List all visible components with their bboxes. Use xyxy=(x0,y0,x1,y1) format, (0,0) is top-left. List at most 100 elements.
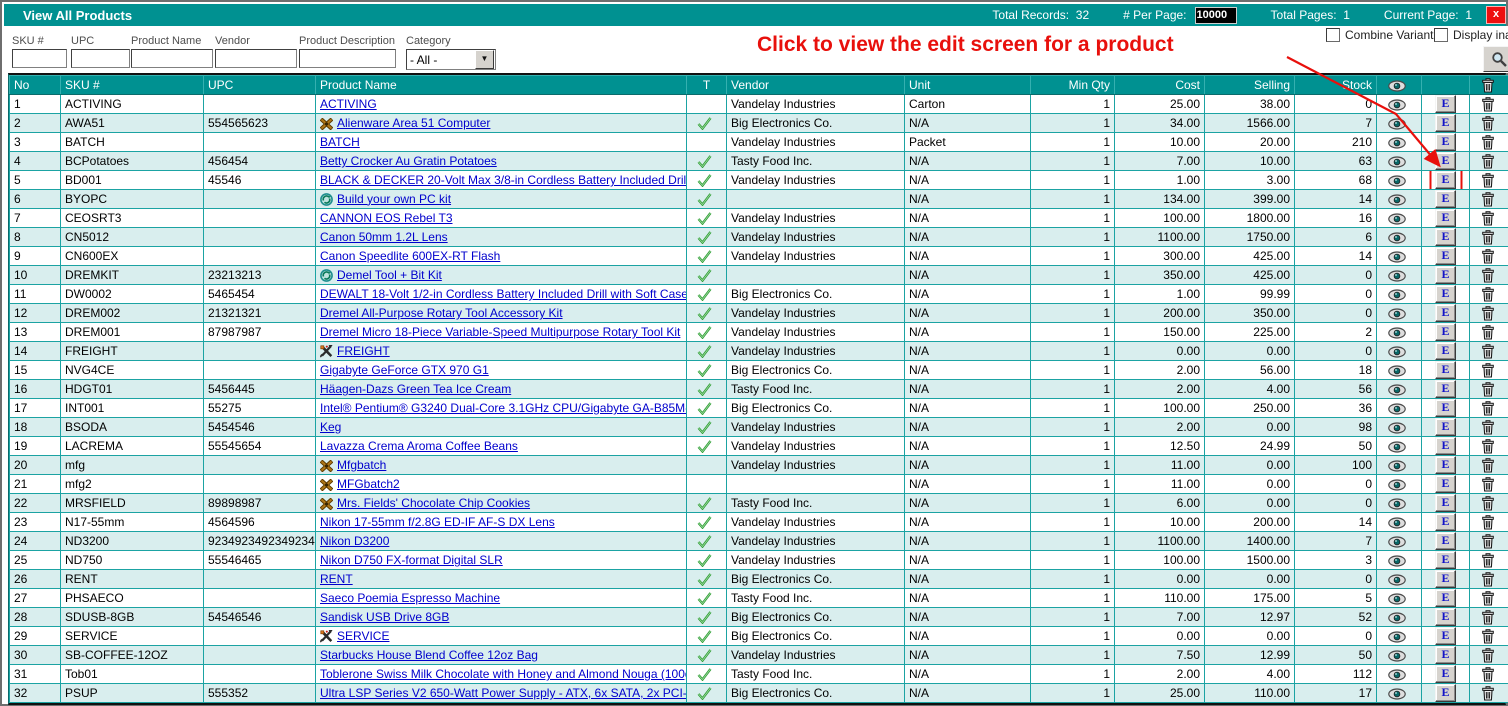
product-link[interactable]: CANNON EOS Rebel T3 xyxy=(320,211,453,225)
product-link[interactable]: Sandisk USB Drive 8GB xyxy=(320,610,449,624)
product-link[interactable]: Gigabyte GeForce GTX 970 G1 xyxy=(320,363,489,377)
product-link[interactable]: FREIGHT xyxy=(337,344,390,358)
view-button[interactable] xyxy=(1388,251,1410,263)
delete-button[interactable] xyxy=(1482,116,1498,131)
product-link[interactable]: Intel® Pentium® G3240 Dual-Core 3.1GHz C… xyxy=(320,401,687,415)
view-button[interactable] xyxy=(1388,308,1410,320)
product-link[interactable]: MFGbatch2 xyxy=(337,477,400,491)
delete-button[interactable] xyxy=(1482,401,1498,416)
view-button[interactable] xyxy=(1388,669,1410,681)
view-button[interactable] xyxy=(1388,327,1410,339)
edit-button[interactable]: E xyxy=(1435,399,1456,417)
view-button[interactable] xyxy=(1388,593,1410,605)
delete-button[interactable] xyxy=(1482,287,1498,302)
delete-button[interactable] xyxy=(1482,648,1498,663)
product-link[interactable]: Mrs. Fields' Chocolate Chip Cookies xyxy=(337,496,530,510)
product-link[interactable]: BLACK & DECKER 20-Volt Max 3/8-in Cordle… xyxy=(320,173,687,187)
view-button[interactable] xyxy=(1388,441,1410,453)
edit-button[interactable]: E xyxy=(1435,228,1456,246)
delete-button[interactable] xyxy=(1482,610,1498,625)
per-page-input[interactable] xyxy=(1195,7,1237,24)
view-button[interactable] xyxy=(1388,517,1410,529)
view-button[interactable] xyxy=(1388,536,1410,548)
edit-button[interactable]: E xyxy=(1435,684,1456,702)
delete-button[interactable] xyxy=(1482,154,1498,169)
delete-button[interactable] xyxy=(1482,515,1498,530)
edit-button[interactable]: E xyxy=(1435,475,1456,493)
edit-button[interactable]: E xyxy=(1435,247,1456,265)
edit-button[interactable]: E xyxy=(1435,437,1456,455)
view-button[interactable] xyxy=(1388,631,1410,643)
view-button[interactable] xyxy=(1388,574,1410,586)
view-button[interactable] xyxy=(1388,384,1410,396)
delete-button[interactable] xyxy=(1482,363,1498,378)
product-link[interactable]: Nikon 17-55mm f/2.8G ED-IF AF-S DX Lens xyxy=(320,515,555,529)
view-button[interactable] xyxy=(1388,422,1410,434)
view-button[interactable] xyxy=(1388,688,1410,700)
delete-button[interactable] xyxy=(1482,97,1498,112)
product-link[interactable]: Mfgbatch xyxy=(337,458,386,472)
product-link[interactable]: Saeco Poemia Espresso Machine xyxy=(320,591,500,605)
delete-button[interactable] xyxy=(1482,553,1498,568)
view-button[interactable] xyxy=(1388,479,1410,491)
edit-button[interactable]: E xyxy=(1435,418,1456,436)
product-link[interactable]: Dremel All-Purpose Rotary Tool Accessory… xyxy=(320,306,563,320)
edit-button[interactable]: E xyxy=(1435,551,1456,569)
product-link[interactable]: Lavazza Crema Aroma Coffee Beans xyxy=(320,439,518,453)
sku-filter-input[interactable] xyxy=(12,49,67,68)
product-link[interactable]: DEWALT 18-Volt 1/2-in Cordless Battery I… xyxy=(320,287,687,301)
edit-button[interactable]: E xyxy=(1435,323,1456,341)
product-name-filter-input[interactable] xyxy=(131,49,213,68)
display-inactive-checkbox[interactable] xyxy=(1434,28,1448,42)
search-button[interactable] xyxy=(1483,46,1508,72)
product-link[interactable]: Canon 50mm 1.2L Lens xyxy=(320,230,448,244)
edit-button[interactable]: E xyxy=(1435,532,1456,550)
delete-button[interactable] xyxy=(1482,135,1498,150)
view-button[interactable] xyxy=(1388,365,1410,377)
edit-button[interactable]: E xyxy=(1435,494,1456,512)
delete-button[interactable] xyxy=(1482,173,1498,188)
edit-button[interactable]: E xyxy=(1435,608,1456,626)
delete-button[interactable] xyxy=(1482,211,1498,226)
edit-button[interactable]: E xyxy=(1435,456,1456,474)
product-link[interactable]: ACTIVING xyxy=(320,97,377,111)
product-link[interactable]: Alienware Area 51 Computer xyxy=(337,116,490,130)
view-button[interactable] xyxy=(1388,213,1410,225)
view-button[interactable] xyxy=(1388,118,1410,130)
edit-button[interactable]: E xyxy=(1435,570,1456,588)
edit-button[interactable]: E xyxy=(1435,627,1456,645)
view-button[interactable] xyxy=(1388,612,1410,624)
product-link[interactable]: Canon Speedlite 600EX-RT Flash xyxy=(320,249,500,263)
delete-button[interactable] xyxy=(1482,268,1498,283)
delete-button[interactable] xyxy=(1482,230,1498,245)
vendor-filter-input[interactable] xyxy=(215,49,297,68)
delete-button[interactable] xyxy=(1482,629,1498,644)
close-button[interactable]: x xyxy=(1486,6,1506,24)
delete-button[interactable] xyxy=(1482,325,1498,340)
edit-button[interactable]: E xyxy=(1435,646,1456,664)
category-select[interactable]: - All - ▼ xyxy=(406,49,496,70)
view-button[interactable] xyxy=(1388,99,1410,111)
delete-button[interactable] xyxy=(1482,192,1498,207)
upc-filter-input[interactable] xyxy=(71,49,130,68)
product-link[interactable]: Starbucks House Blend Coffee 12oz Bag xyxy=(320,648,538,662)
view-button[interactable] xyxy=(1388,156,1410,168)
view-button[interactable] xyxy=(1388,346,1410,358)
edit-button[interactable]: E xyxy=(1435,285,1456,303)
product-link[interactable]: Häagen-Dazs Green Tea Ice Cream xyxy=(320,382,511,396)
view-button[interactable] xyxy=(1388,555,1410,567)
delete-button[interactable] xyxy=(1482,667,1498,682)
edit-button[interactable]: E xyxy=(1435,380,1456,398)
edit-button[interactable]: E xyxy=(1435,304,1456,322)
delete-button[interactable] xyxy=(1482,686,1498,701)
product-description-filter-input[interactable] xyxy=(299,49,396,68)
edit-button[interactable]: E xyxy=(1435,209,1456,227)
edit-button[interactable]: E xyxy=(1435,171,1456,189)
product-link[interactable]: Demel Tool + Bit Kit xyxy=(337,268,442,282)
view-button[interactable] xyxy=(1388,650,1410,662)
product-link[interactable]: Nikon D750 FX-format Digital SLR xyxy=(320,553,503,567)
view-button[interactable] xyxy=(1388,137,1410,149)
product-link[interactable]: Keg xyxy=(320,420,341,434)
edit-button[interactable]: E xyxy=(1435,95,1456,113)
view-button[interactable] xyxy=(1388,289,1410,301)
